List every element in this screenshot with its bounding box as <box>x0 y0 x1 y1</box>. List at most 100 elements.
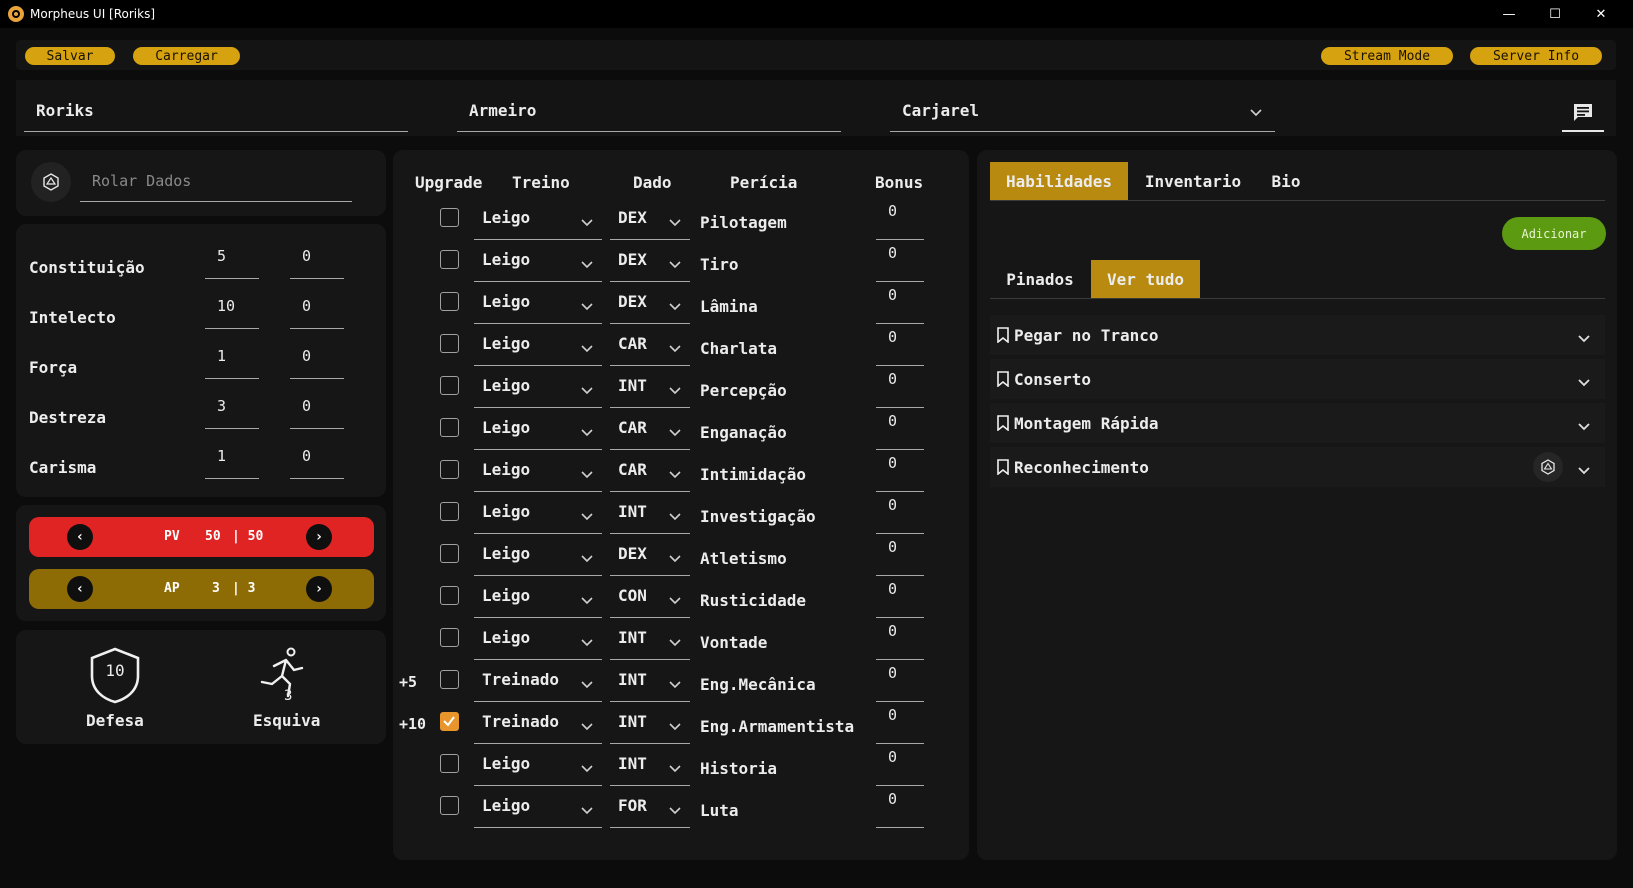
skill-die-select[interactable]: INT <box>610 620 690 660</box>
subtab-view-all[interactable]: Ver tudo <box>1091 260 1200 298</box>
skill-training-select[interactable]: Leigo <box>474 200 602 240</box>
bookmark-icon[interactable] <box>996 459 1010 479</box>
bookmark-icon[interactable] <box>996 415 1010 435</box>
ability-item[interactable]: Montagem Rápida <box>990 403 1605 443</box>
chat-button[interactable] <box>1562 94 1604 132</box>
dice-roll-input[interactable]: Rolar Dados <box>80 166 352 202</box>
skill-die-select[interactable]: CON <box>610 578 690 618</box>
skill-bonus-field[interactable]: 0 <box>876 494 924 534</box>
skill-bonus-field[interactable]: 0 <box>876 242 924 282</box>
skill-bonus-field[interactable]: 0 <box>876 410 924 450</box>
skill-training-select[interactable]: Leigo <box>474 410 602 450</box>
skill-bonus-field[interactable]: 0 <box>876 452 924 492</box>
ability-item[interactable]: Reconhecimento <box>990 447 1605 487</box>
attribute-bonus-field[interactable]: 0 <box>290 241 344 279</box>
ap-decrease-button[interactable]: ‹ <box>67 576 93 602</box>
attribute-bonus-field[interactable]: 0 <box>290 291 344 329</box>
skill-bonus-field[interactable]: 0 <box>876 578 924 618</box>
pv-decrease-button[interactable]: ‹ <box>67 524 93 550</box>
attribute-value-field[interactable]: 1 <box>205 341 259 379</box>
minimize-button[interactable]: — <box>1486 0 1532 28</box>
skill-die-select[interactable]: FOR <box>610 788 690 828</box>
attribute-value-field[interactable]: 5 <box>205 241 259 279</box>
skill-training-select[interactable]: Leigo <box>474 536 602 576</box>
skill-die-select[interactable]: INT <box>610 368 690 408</box>
chevron-down-icon[interactable] <box>1577 461 1591 480</box>
tab-inventario[interactable]: Inventario <box>1138 162 1248 200</box>
skill-die-select[interactable]: CAR <box>610 410 690 450</box>
skill-training-select[interactable]: Treinado <box>474 662 602 702</box>
skill-die-select[interactable]: DEX <box>610 200 690 240</box>
character-class-field[interactable]: Armeiro <box>457 94 841 132</box>
skill-bonus-field[interactable]: 0 <box>876 746 924 786</box>
skill-die-select[interactable]: CAR <box>610 326 690 366</box>
skill-bonus-field[interactable]: 0 <box>876 662 924 702</box>
skill-training-select[interactable]: Leigo <box>474 368 602 408</box>
skill-upgrade-checkbox[interactable] <box>440 754 459 773</box>
skill-training-select[interactable]: Treinado <box>474 704 602 744</box>
skill-training-select[interactable]: Leigo <box>474 746 602 786</box>
skill-upgrade-checkbox[interactable] <box>440 544 459 563</box>
ap-increase-button[interactable]: › <box>306 576 332 602</box>
dice-button[interactable] <box>31 162 71 202</box>
server-info-button[interactable]: Server Info <box>1470 47 1602 65</box>
skill-training-select[interactable]: Leigo <box>474 326 602 366</box>
attribute-bonus-field[interactable]: 0 <box>290 391 344 429</box>
ability-item[interactable]: Pegar no Tranco <box>990 315 1605 355</box>
skill-bonus-field[interactable]: 0 <box>876 536 924 576</box>
chevron-down-icon[interactable] <box>1577 417 1591 436</box>
skill-training-select[interactable]: Leigo <box>474 578 602 618</box>
skill-bonus-field[interactable]: 0 <box>876 284 924 324</box>
skill-bonus-field[interactable]: 0 <box>876 200 924 240</box>
player-select[interactable]: Carjarel <box>890 94 1275 132</box>
skill-bonus-field[interactable]: 0 <box>876 368 924 408</box>
skill-die-select[interactable]: DEX <box>610 536 690 576</box>
skill-upgrade-checkbox[interactable] <box>440 250 459 269</box>
tab-bio[interactable]: Bio <box>1258 162 1314 200</box>
character-name-field[interactable]: Roriks <box>24 94 408 132</box>
attribute-value-field[interactable]: 3 <box>205 391 259 429</box>
skill-training-select[interactable]: Leigo <box>474 242 602 282</box>
skill-die-select[interactable]: INT <box>610 746 690 786</box>
skill-bonus-field[interactable]: 0 <box>876 620 924 660</box>
attribute-bonus-field[interactable]: 0 <box>290 441 344 479</box>
bookmark-icon[interactable] <box>996 327 1010 347</box>
stream-mode-button[interactable]: Stream Mode <box>1321 47 1453 65</box>
skill-upgrade-checkbox[interactable] <box>440 334 459 353</box>
skill-upgrade-checkbox[interactable] <box>440 376 459 395</box>
skill-upgrade-checkbox[interactable] <box>440 586 459 605</box>
skill-bonus-field[interactable]: 0 <box>876 326 924 366</box>
chevron-down-icon[interactable] <box>1577 329 1591 348</box>
skill-training-select[interactable]: Leigo <box>474 620 602 660</box>
maximize-button[interactable]: ☐ <box>1532 0 1578 28</box>
skill-upgrade-checkbox[interactable] <box>440 712 459 731</box>
load-button[interactable]: Carregar <box>133 47 240 65</box>
attribute-value-field[interactable]: 1 <box>205 441 259 479</box>
skill-upgrade-checkbox[interactable] <box>440 418 459 437</box>
chevron-down-icon[interactable] <box>1577 373 1591 392</box>
ability-item[interactable]: Conserto <box>990 359 1605 399</box>
skill-upgrade-checkbox[interactable] <box>440 460 459 479</box>
subtab-pinned[interactable]: Pinados <box>995 260 1085 298</box>
skill-upgrade-checkbox[interactable] <box>440 292 459 311</box>
skill-upgrade-checkbox[interactable] <box>440 502 459 521</box>
skill-training-select[interactable]: Leigo <box>474 452 602 492</box>
attribute-bonus-field[interactable]: 0 <box>290 341 344 379</box>
skill-die-select[interactable]: DEX <box>610 242 690 282</box>
skill-training-select[interactable]: Leigo <box>474 284 602 324</box>
skill-bonus-field[interactable]: 0 <box>876 788 924 828</box>
skill-upgrade-checkbox[interactable] <box>440 628 459 647</box>
save-button[interactable]: Salvar <box>25 47 115 65</box>
skill-upgrade-checkbox[interactable] <box>440 208 459 227</box>
close-button[interactable]: ✕ <box>1578 0 1624 28</box>
dice-icon[interactable] <box>1533 452 1563 482</box>
skill-upgrade-checkbox[interactable] <box>440 670 459 689</box>
attribute-value-field[interactable]: 10 <box>205 291 259 329</box>
skill-die-select[interactable]: INT <box>610 662 690 702</box>
skill-bonus-field[interactable]: 0 <box>876 704 924 744</box>
pv-increase-button[interactable]: › <box>306 524 332 550</box>
skill-training-select[interactable]: Leigo <box>474 494 602 534</box>
skill-training-select[interactable]: Leigo <box>474 788 602 828</box>
skill-die-select[interactable]: DEX <box>610 284 690 324</box>
skill-die-select[interactable]: INT <box>610 704 690 744</box>
